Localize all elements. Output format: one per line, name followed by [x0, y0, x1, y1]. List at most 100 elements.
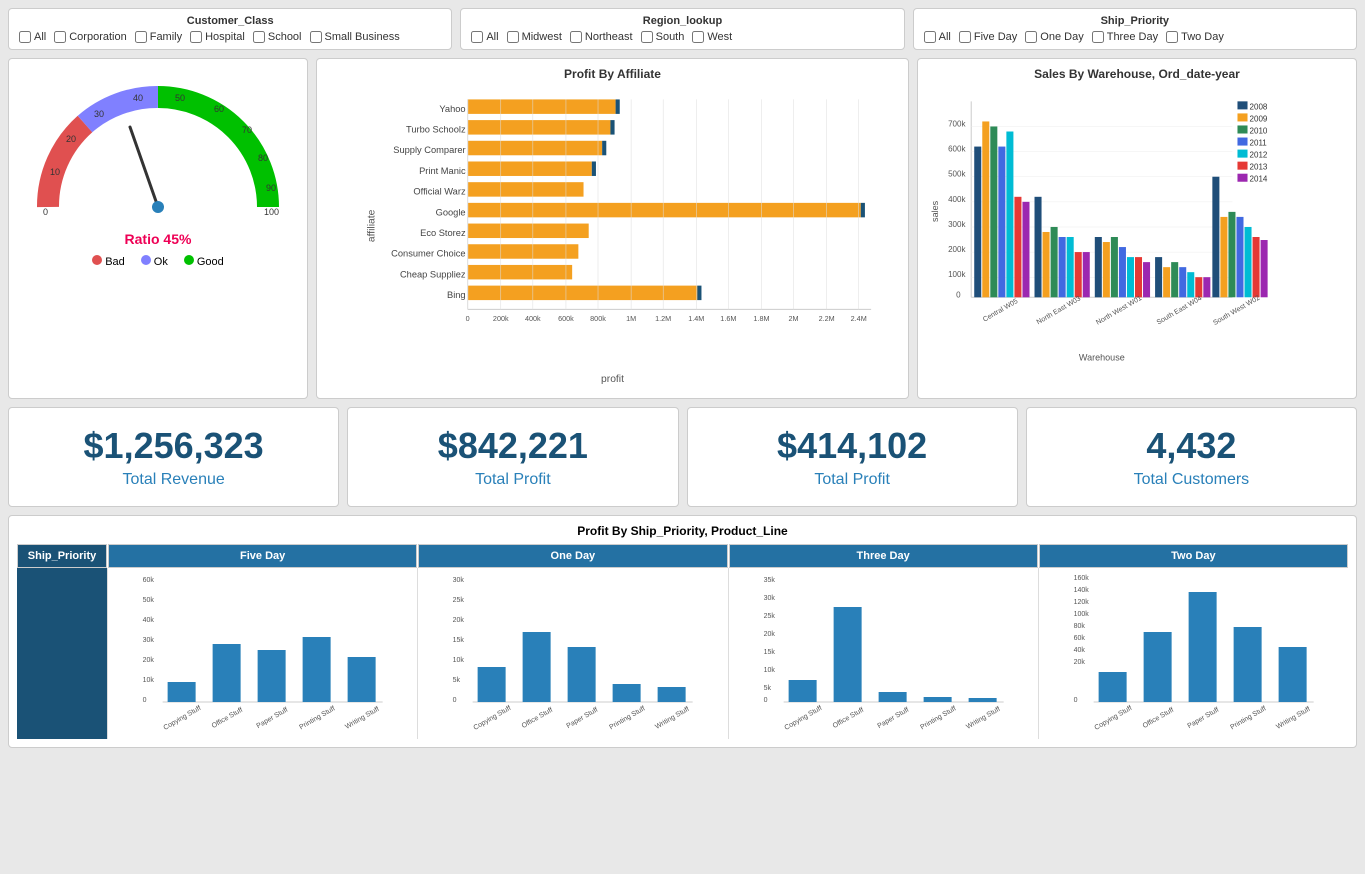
kpi-total-profit-1: $842,221 Total Profit	[347, 407, 678, 507]
svg-text:0: 0	[466, 314, 470, 323]
bottom-chart-title: Profit By Ship_Priority, Product_Line	[17, 524, 1348, 538]
svg-text:North West W01: North West W01	[1095, 295, 1143, 327]
gauge-ratio: Ratio 45%	[125, 231, 192, 247]
svg-text:sales: sales	[930, 200, 940, 222]
svg-text:600k: 600k	[558, 314, 574, 323]
svg-text:Writing Stuff: Writing Stuff	[965, 706, 1001, 731]
svg-text:1.6M: 1.6M	[720, 314, 736, 323]
two-day-svg: 160k 140k 120k 100k 80k 60k 40k 20k 0 Co…	[1043, 572, 1344, 732]
filter-small-business[interactable]: Small Business	[310, 31, 400, 43]
kpi-total-revenue: $1,256,323 Total Revenue	[8, 407, 339, 507]
svg-text:2012: 2012	[1250, 151, 1268, 160]
filter-region-all[interactable]: All	[471, 31, 498, 43]
svg-text:15k: 15k	[763, 649, 775, 656]
filter-midwest[interactable]: Midwest	[507, 31, 562, 43]
svg-text:Printing Stuff: Printing Stuff	[298, 705, 336, 731]
filter-ship-all[interactable]: All	[924, 31, 951, 43]
svg-text:15k: 15k	[453, 637, 465, 644]
svg-text:300k: 300k	[948, 220, 966, 229]
svg-text:80k: 80k	[1073, 623, 1085, 630]
dashboard: Customer_Class All Corporation Family Ho…	[0, 0, 1365, 874]
legend-bad: Bad	[92, 255, 125, 268]
svg-text:50: 50	[175, 93, 185, 103]
svg-text:Central W05: Central W05	[982, 298, 1019, 324]
svg-text:10k: 10k	[763, 667, 775, 674]
svg-text:20k: 20k	[1073, 659, 1085, 666]
svg-text:2M: 2M	[789, 314, 799, 323]
svg-text:2.2M: 2.2M	[819, 314, 835, 323]
svg-text:1.8M: 1.8M	[753, 314, 769, 323]
kpi-customers-value: 4,432	[1146, 425, 1236, 467]
customer-class-title: Customer_Class	[19, 15, 441, 27]
filter-school[interactable]: School	[253, 31, 302, 43]
five-day-chart: 60k 50k 40k 30k 20k 10k 0	[107, 568, 417, 739]
svg-text:Yahoo: Yahoo	[439, 104, 465, 114]
ship-priority-side	[17, 568, 107, 739]
svg-text:2.4M: 2.4M	[851, 314, 867, 323]
sales-warehouse-title: Sales By Warehouse, Ord_date-year	[926, 67, 1348, 81]
sales-warehouse-chart: Sales By Warehouse, Ord_date-year 2008 2…	[917, 58, 1357, 399]
filter-south[interactable]: South	[641, 31, 685, 43]
two-day-header: Two Day	[1039, 544, 1348, 568]
svg-text:Consumer Choice: Consumer Choice	[391, 249, 465, 259]
kpi-row: $1,256,323 Total Revenue $842,221 Total …	[8, 407, 1357, 507]
svg-text:120k: 120k	[1073, 599, 1089, 606]
svg-text:0: 0	[956, 290, 961, 299]
svg-text:70: 70	[242, 125, 252, 135]
svg-text:400k: 400k	[948, 195, 966, 204]
svg-text:20k: 20k	[453, 617, 465, 624]
svg-text:South West W02: South West W02	[1212, 295, 1261, 327]
filter-three-day[interactable]: Three Day	[1092, 31, 1158, 43]
svg-text:500k: 500k	[948, 170, 966, 179]
kpi-revenue-label: Total Revenue	[122, 471, 224, 489]
svg-text:60k: 60k	[143, 577, 155, 584]
svg-text:100k: 100k	[948, 270, 966, 279]
filter-five-day[interactable]: Five Day	[959, 31, 1017, 43]
svg-text:Eco Storez: Eco Storez	[420, 228, 466, 238]
charts-row: 0 10 20 30 40 50 60 70 80 90 100	[8, 58, 1357, 399]
svg-text:30: 30	[94, 109, 104, 119]
kpi-profit1-label: Total Profit	[475, 471, 551, 489]
five-day-header: Five Day	[108, 544, 417, 568]
filter-one-day[interactable]: One Day	[1025, 31, 1083, 43]
filter-northeast[interactable]: Northeast	[570, 31, 633, 43]
svg-text:Printing Stuff: Printing Stuff	[919, 705, 957, 731]
two-day-chart: 160k 140k 120k 100k 80k 60k 40k 20k 0 Co…	[1038, 568, 1348, 739]
svg-text:Writing Stuff: Writing Stuff	[654, 706, 690, 731]
filter-row: Customer_Class All Corporation Family Ho…	[8, 8, 1357, 50]
filter-corporation[interactable]: Corporation	[54, 31, 126, 43]
customer-class-filter: Customer_Class All Corporation Family Ho…	[8, 8, 452, 50]
filter-family[interactable]: Family	[135, 31, 182, 43]
svg-text:0: 0	[43, 207, 48, 217]
filter-hospital[interactable]: Hospital	[190, 31, 245, 43]
svg-text:100: 100	[264, 207, 279, 217]
filter-all[interactable]: All	[19, 31, 46, 43]
three-day-header: Three Day	[729, 544, 1038, 568]
region-lookup-title: Region_lookup	[471, 15, 893, 27]
svg-text:60k: 60k	[1073, 635, 1085, 642]
svg-text:Printing Stuff: Printing Stuff	[609, 705, 647, 731]
filter-west[interactable]: West	[692, 31, 732, 43]
svg-text:Printing Stuff: Printing Stuff	[1229, 705, 1267, 731]
svg-text:700k: 700k	[948, 119, 966, 128]
svg-text:Copying Stuff: Copying Stuff	[1093, 705, 1133, 732]
svg-text:80: 80	[258, 153, 268, 163]
svg-text:Writing Stuff: Writing Stuff	[1275, 706, 1311, 731]
svg-text:Office Stuff: Office Stuff	[1141, 707, 1174, 730]
svg-text:800k: 800k	[590, 314, 606, 323]
svg-text:affiliate: affiliate	[367, 209, 378, 242]
svg-text:20: 20	[66, 134, 76, 144]
svg-text:Paper Stuff: Paper Stuff	[876, 707, 910, 731]
svg-text:400k: 400k	[525, 314, 541, 323]
gauge-legend: Bad Ok Good	[92, 255, 224, 268]
svg-text:Copying Stuff: Copying Stuff	[162, 705, 202, 732]
bottom-header: Ship_Priority Five Day One Day Three Day…	[17, 544, 1348, 568]
svg-text:Supply Comparer: Supply Comparer	[393, 145, 465, 155]
kpi-customers-label: Total Customers	[1134, 471, 1250, 489]
svg-text:Writing Stuff: Writing Stuff	[344, 706, 380, 731]
filter-two-day[interactable]: Two Day	[1166, 31, 1224, 43]
svg-text:140k: 140k	[1073, 587, 1089, 594]
svg-text:40k: 40k	[143, 617, 155, 624]
svg-text:200k: 200k	[948, 245, 966, 254]
svg-text:20k: 20k	[143, 657, 155, 664]
